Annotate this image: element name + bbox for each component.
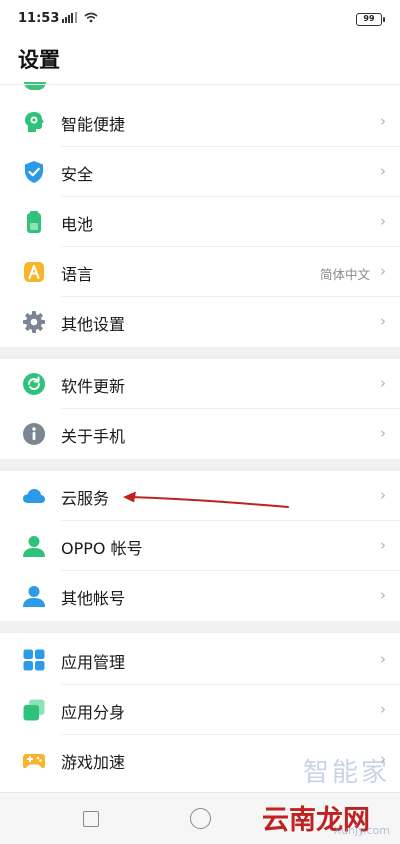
status-time: 11:53	[18, 11, 60, 26]
settings-row-label: 应用分身	[61, 703, 126, 722]
chevron-right-icon: ›	[380, 312, 386, 330]
watermark-url: Xunjy.com	[333, 824, 390, 837]
settings-row-cloud-service[interactable]: 云服务 ›	[0, 471, 400, 521]
settings-row-smart-assist[interactable]: 智能便捷 ›	[0, 97, 400, 147]
settings-row-label: 智能便捷	[61, 115, 126, 134]
chevron-right-icon: ›	[380, 162, 386, 180]
chevron-right-icon: ›	[380, 700, 386, 718]
chevron-right-icon: ›	[380, 112, 386, 130]
battery-indicator: 99	[356, 13, 385, 26]
group-separator	[0, 621, 400, 633]
settings-row-label: 安全	[61, 165, 94, 184]
settings-row-app-clone[interactable]: 应用分身 ›	[0, 685, 400, 735]
settings-row-label: OPPO 帐号	[61, 539, 143, 558]
chevron-right-icon: ›	[380, 486, 386, 504]
settings-row-oppo-account[interactable]: OPPO 帐号 ›	[0, 521, 400, 571]
language-icon	[24, 262, 44, 282]
gear-icon	[23, 311, 45, 333]
header-divider	[0, 84, 400, 85]
language-value: 简体中文	[319, 267, 370, 282]
settings-row-label: 其他设置	[61, 315, 126, 334]
chevron-right-icon: ›	[380, 212, 386, 230]
wifi-icon	[84, 12, 98, 23]
update-icon	[23, 373, 45, 395]
game-boost-icon	[23, 754, 45, 769]
group-separator	[0, 347, 400, 359]
chevron-right-icon: ›	[380, 374, 386, 392]
settings-row-label: 语言	[61, 265, 94, 284]
chevron-right-icon: ›	[380, 262, 386, 280]
settings-group-device: 软件更新 › 关于手机 ›	[0, 359, 400, 459]
settings-row-security[interactable]: 安全 ›	[0, 147, 400, 197]
recent-apps-button[interactable]	[83, 811, 99, 827]
group-separator	[0, 459, 400, 471]
signal-icon	[62, 12, 77, 23]
settings-group-accounts: 云服务 › OPPO 帐号 › 其他帐号 ›	[0, 471, 400, 621]
settings-row-language[interactable]: 语言 简体中文 ›	[0, 247, 400, 297]
settings-row-label: 电池	[61, 215, 94, 234]
page-title: 设置	[18, 48, 60, 72]
settings-row-label: 关于手机	[61, 427, 126, 446]
chevron-right-icon: ›	[380, 536, 386, 554]
home-button[interactable]	[190, 808, 211, 829]
status-icons	[62, 12, 98, 23]
chevron-right-icon: ›	[380, 650, 386, 668]
settings-group-system: 智能便捷 › 安全 › 电池 › 语言 简体中文 › 其他设置 ›	[0, 97, 400, 347]
watermark-logo-text: 智能家	[302, 758, 390, 788]
settings-row-label: 游戏加速	[61, 753, 126, 772]
status-bar: 11:53 99	[0, 0, 400, 36]
settings-row-about-phone[interactable]: 关于手机 ›	[0, 409, 400, 459]
settings-row-software-update[interactable]: 软件更新 ›	[0, 359, 400, 409]
app-management-icon	[23, 649, 45, 671]
settings-row-label: 其他帐号	[61, 589, 126, 608]
account-icon	[23, 536, 45, 557]
settings-row-app-management[interactable]: 应用管理 ›	[0, 635, 400, 685]
chevron-right-icon: ›	[380, 586, 386, 604]
info-icon	[23, 423, 45, 445]
app-clone-icon	[23, 699, 45, 721]
settings-row-label: 应用管理	[61, 653, 126, 672]
chevron-right-icon: ›	[380, 424, 386, 442]
settings-row-other-settings[interactable]: 其他设置 ›	[0, 297, 400, 347]
battery-icon	[27, 211, 41, 233]
smart-assist-icon	[25, 112, 44, 132]
shield-icon	[25, 161, 43, 183]
settings-row-battery[interactable]: 电池 ›	[0, 197, 400, 247]
cloud-icon	[23, 489, 45, 503]
settings-row-label: 云服务	[61, 489, 110, 508]
settings-row-label: 软件更新	[61, 377, 126, 396]
settings-row-other-accounts[interactable]: 其他帐号 ›	[0, 571, 400, 621]
other-account-icon	[23, 586, 45, 607]
